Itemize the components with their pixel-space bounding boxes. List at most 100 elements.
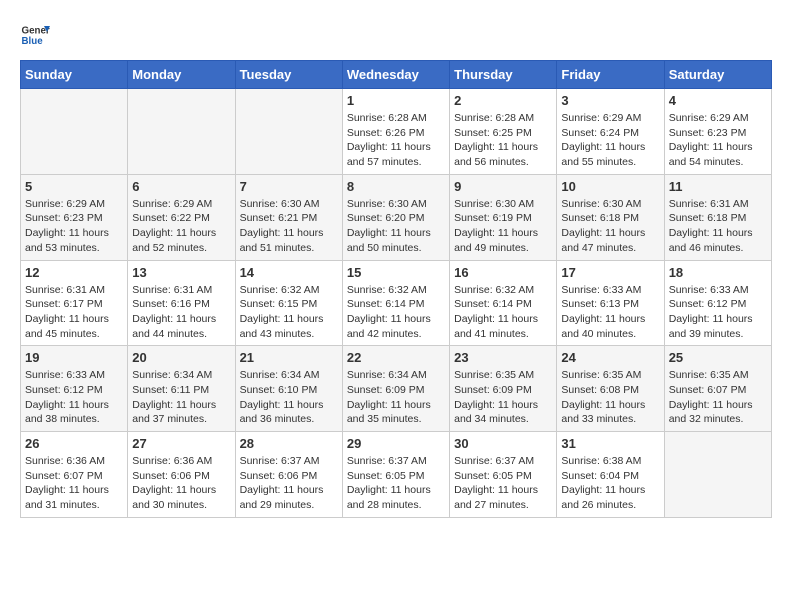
day-number: 19 — [25, 350, 123, 365]
day-number: 26 — [25, 436, 123, 451]
calendar-week-row: 19 Sunrise: 6:33 AMSunset: 6:12 PMDayligh… — [21, 346, 772, 432]
day-number: 30 — [454, 436, 552, 451]
col-header-monday: Monday — [128, 61, 235, 89]
calendar-cell: 24 Sunrise: 6:35 AMSunset: 6:08 PMDayligh… — [557, 346, 664, 432]
calendar-week-row: 5 Sunrise: 6:29 AMSunset: 6:23 PMDaylight… — [21, 174, 772, 260]
calendar-cell: 30 Sunrise: 6:37 AMSunset: 6:05 PMDayligh… — [450, 432, 557, 518]
day-info: Sunrise: 6:37 AMSunset: 6:05 PMDaylight:… — [347, 454, 445, 513]
day-number: 31 — [561, 436, 659, 451]
day-info: Sunrise: 6:33 AMSunset: 6:12 PMDaylight:… — [25, 368, 123, 427]
calendar-cell: 12 Sunrise: 6:31 AMSunset: 6:17 PMDayligh… — [21, 260, 128, 346]
day-number: 14 — [240, 265, 338, 280]
calendar-cell: 3 Sunrise: 6:29 AMSunset: 6:24 PMDaylight… — [557, 89, 664, 175]
col-header-thursday: Thursday — [450, 61, 557, 89]
day-number: 11 — [669, 179, 767, 194]
calendar-cell: 10 Sunrise: 6:30 AMSunset: 6:18 PMDayligh… — [557, 174, 664, 260]
day-number: 29 — [347, 436, 445, 451]
header: General Blue — [20, 20, 772, 50]
day-number: 23 — [454, 350, 552, 365]
calendar-cell: 21 Sunrise: 6:34 AMSunset: 6:10 PMDayligh… — [235, 346, 342, 432]
day-info: Sunrise: 6:34 AMSunset: 6:10 PMDaylight:… — [240, 368, 338, 427]
day-info: Sunrise: 6:31 AMSunset: 6:17 PMDaylight:… — [25, 283, 123, 342]
col-header-friday: Friday — [557, 61, 664, 89]
day-number: 28 — [240, 436, 338, 451]
day-number: 3 — [561, 93, 659, 108]
calendar-week-row: 1 Sunrise: 6:28 AMSunset: 6:26 PMDaylight… — [21, 89, 772, 175]
day-number: 12 — [25, 265, 123, 280]
calendar-cell — [21, 89, 128, 175]
logo-icon: General Blue — [20, 20, 50, 50]
calendar-cell: 1 Sunrise: 6:28 AMSunset: 6:26 PMDaylight… — [342, 89, 449, 175]
calendar-cell: 31Sunrise: 6:38 AMSunset: 6:04 PMDayligh… — [557, 432, 664, 518]
calendar-cell: 23 Sunrise: 6:35 AMSunset: 6:09 PMDayligh… — [450, 346, 557, 432]
day-info: Sunrise: 6:30 AMSunset: 6:19 PMDaylight:… — [454, 197, 552, 256]
day-info: Sunrise: 6:34 AMSunset: 6:11 PMDaylight:… — [132, 368, 230, 427]
calendar-cell: 2 Sunrise: 6:28 AMSunset: 6:25 PMDaylight… — [450, 89, 557, 175]
col-header-tuesday: Tuesday — [235, 61, 342, 89]
day-info: Sunrise: 6:29 AMSunset: 6:24 PMDaylight:… — [561, 111, 659, 170]
col-header-wednesday: Wednesday — [342, 61, 449, 89]
day-info: Sunrise: 6:28 AMSunset: 6:26 PMDaylight:… — [347, 111, 445, 170]
day-info: Sunrise: 6:34 AMSunset: 6:09 PMDaylight:… — [347, 368, 445, 427]
day-number: 8 — [347, 179, 445, 194]
calendar-cell: 20 Sunrise: 6:34 AMSunset: 6:11 PMDayligh… — [128, 346, 235, 432]
day-number: 5 — [25, 179, 123, 194]
day-info: Sunrise: 6:37 AMSunset: 6:06 PMDaylight:… — [240, 454, 338, 513]
calendar-cell: 14Sunrise: 6:32 AMSunset: 6:15 PMDayligh… — [235, 260, 342, 346]
day-info: Sunrise: 6:33 AMSunset: 6:12 PMDaylight:… — [669, 283, 767, 342]
calendar-cell: 5 Sunrise: 6:29 AMSunset: 6:23 PMDaylight… — [21, 174, 128, 260]
day-info: Sunrise: 6:28 AMSunset: 6:25 PMDaylight:… — [454, 111, 552, 170]
day-info: Sunrise: 6:33 AMSunset: 6:13 PMDaylight:… — [561, 283, 659, 342]
day-number: 10 — [561, 179, 659, 194]
day-info: Sunrise: 6:35 AMSunset: 6:07 PMDaylight:… — [669, 368, 767, 427]
day-info: Sunrise: 6:29 AMSunset: 6:22 PMDaylight:… — [132, 197, 230, 256]
day-info: Sunrise: 6:30 AMSunset: 6:21 PMDaylight:… — [240, 197, 338, 256]
day-number: 7 — [240, 179, 338, 194]
calendar-cell: 26 Sunrise: 6:36 AMSunset: 6:07 PMDayligh… — [21, 432, 128, 518]
day-info: Sunrise: 6:32 AMSunset: 6:14 PMDaylight:… — [347, 283, 445, 342]
day-number: 25 — [669, 350, 767, 365]
calendar-cell: 6 Sunrise: 6:29 AMSunset: 6:22 PMDaylight… — [128, 174, 235, 260]
calendar-cell — [128, 89, 235, 175]
day-info: Sunrise: 6:35 AMSunset: 6:09 PMDaylight:… — [454, 368, 552, 427]
day-info: Sunrise: 6:30 AMSunset: 6:18 PMDaylight:… — [561, 197, 659, 256]
calendar-cell: 18 Sunrise: 6:33 AMSunset: 6:12 PMDayligh… — [664, 260, 771, 346]
day-number: 4 — [669, 93, 767, 108]
calendar-cell: 19 Sunrise: 6:33 AMSunset: 6:12 PMDayligh… — [21, 346, 128, 432]
calendar-week-row: 12 Sunrise: 6:31 AMSunset: 6:17 PMDayligh… — [21, 260, 772, 346]
calendar-table: SundayMondayTuesdayWednesdayThursdayFrid… — [20, 60, 772, 518]
day-info: Sunrise: 6:30 AMSunset: 6:20 PMDaylight:… — [347, 197, 445, 256]
day-info: Sunrise: 6:31 AMSunset: 6:18 PMDaylight:… — [669, 197, 767, 256]
calendar-header-row: SundayMondayTuesdayWednesdayThursdayFrid… — [21, 61, 772, 89]
day-info: Sunrise: 6:36 AMSunset: 6:07 PMDaylight:… — [25, 454, 123, 513]
day-info: Sunrise: 6:35 AMSunset: 6:08 PMDaylight:… — [561, 368, 659, 427]
logo: General Blue — [20, 20, 50, 50]
day-number: 18 — [669, 265, 767, 280]
calendar-cell: 9Sunrise: 6:30 AMSunset: 6:19 PMDaylight… — [450, 174, 557, 260]
calendar-cell: 17Sunrise: 6:33 AMSunset: 6:13 PMDayligh… — [557, 260, 664, 346]
day-number: 24 — [561, 350, 659, 365]
calendar-cell: 7 Sunrise: 6:30 AMSunset: 6:21 PMDaylight… — [235, 174, 342, 260]
calendar-cell: 13Sunrise: 6:31 AMSunset: 6:16 PMDayligh… — [128, 260, 235, 346]
day-number: 20 — [132, 350, 230, 365]
calendar-cell: 28 Sunrise: 6:37 AMSunset: 6:06 PMDayligh… — [235, 432, 342, 518]
calendar-cell: 16Sunrise: 6:32 AMSunset: 6:14 PMDayligh… — [450, 260, 557, 346]
calendar-cell — [235, 89, 342, 175]
day-number: 6 — [132, 179, 230, 194]
calendar-cell: 27 Sunrise: 6:36 AMSunset: 6:06 PMDayligh… — [128, 432, 235, 518]
col-header-saturday: Saturday — [664, 61, 771, 89]
calendar-cell: 29 Sunrise: 6:37 AMSunset: 6:05 PMDayligh… — [342, 432, 449, 518]
day-info: Sunrise: 6:29 AMSunset: 6:23 PMDaylight:… — [25, 197, 123, 256]
col-header-sunday: Sunday — [21, 61, 128, 89]
day-number: 21 — [240, 350, 338, 365]
calendar-cell — [664, 432, 771, 518]
calendar-cell: 15Sunrise: 6:32 AMSunset: 6:14 PMDayligh… — [342, 260, 449, 346]
day-number: 1 — [347, 93, 445, 108]
day-info: Sunrise: 6:32 AMSunset: 6:14 PMDaylight:… — [454, 283, 552, 342]
day-info: Sunrise: 6:37 AMSunset: 6:05 PMDaylight:… — [454, 454, 552, 513]
day-number: 27 — [132, 436, 230, 451]
day-info: Sunrise: 6:36 AMSunset: 6:06 PMDaylight:… — [132, 454, 230, 513]
day-number: 2 — [454, 93, 552, 108]
calendar-cell: 22Sunrise: 6:34 AMSunset: 6:09 PMDayligh… — [342, 346, 449, 432]
day-info: Sunrise: 6:31 AMSunset: 6:16 PMDaylight:… — [132, 283, 230, 342]
